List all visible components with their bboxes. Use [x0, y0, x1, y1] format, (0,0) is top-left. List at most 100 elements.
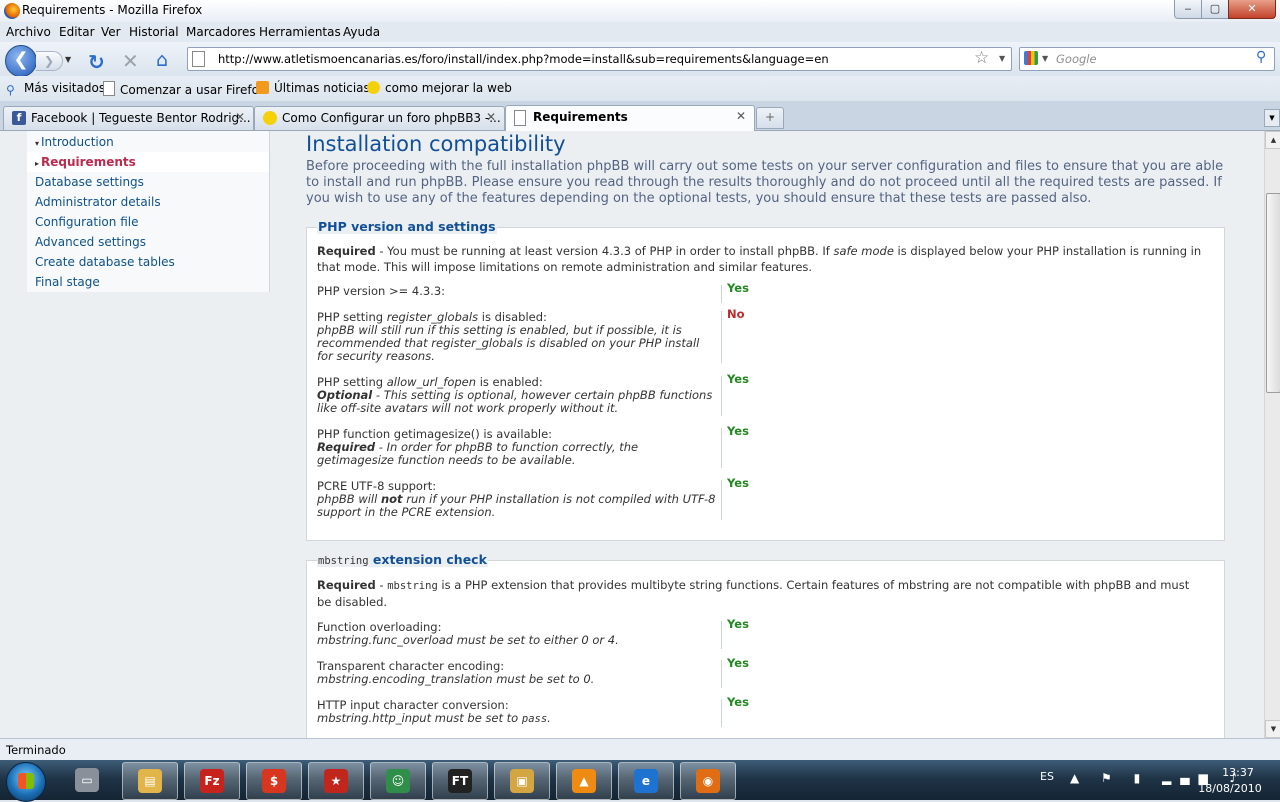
search-input[interactable]: Google — [1056, 52, 1097, 66]
row-label: Transparent character encoding: mbstring.… — [317, 659, 595, 686]
tab-phpbb3[interactable]: Como Configurar un foro phpBB3 -... ✕ — [254, 106, 505, 130]
language-indicator[interactable]: ES — [1040, 770, 1054, 783]
tab-facebook[interactable]: f Facebook | Tegueste Bentor Rodrig... ✕ — [3, 106, 254, 130]
taskbar-app-fulltilt[interactable]: FT — [432, 762, 488, 800]
back-button[interactable]: ❮ — [5, 45, 37, 77]
sidebar-item-configuration-file[interactable]: Configuration file — [35, 215, 138, 229]
window-titlebar: Requirements - Mozilla Firefox ‒ ▢ ✕ — [0, 0, 1280, 23]
tab-requirements[interactable]: Requirements ✕ — [505, 105, 755, 131]
scroll-down-icon[interactable]: ▼ — [1265, 720, 1280, 738]
taskbar-app-pokerstars[interactable]: ★ — [308, 762, 364, 800]
page-viewport: ▾ Introduction ▸ Requirements Database set… — [0, 131, 1264, 738]
page-title: Installation compatibility — [306, 132, 566, 156]
taskbar-app-drive[interactable]: ▭ — [60, 762, 114, 798]
current-arrow-icon: ▸ — [35, 159, 40, 168]
sidebar-item-introduction[interactable]: ▾ Introduction — [35, 135, 114, 149]
close-tab-icon[interactable]: ✕ — [736, 109, 746, 123]
row-divider — [721, 699, 722, 727]
url-bar[interactable]: http://www.atletismoencanarias.es/foro/i… — [187, 47, 1012, 71]
menu-herramientas[interactable]: Herramientas — [259, 25, 341, 39]
home-icon[interactable]: ⌂ — [156, 49, 168, 71]
bookmark-ultimas-noticias[interactable]: Últimas noticias — [256, 81, 370, 95]
forward-button[interactable]: ❯ — [36, 51, 63, 71]
table-row: PHP setting allow_url_fopen is enabled: O… — [317, 372, 1212, 416]
taskbar-app-ie[interactable]: e — [618, 762, 674, 800]
mbstring-fieldset: mbstring extension check Required - mbst… — [306, 552, 1225, 738]
new-tab-button[interactable]: + — [756, 107, 784, 129]
ie-icon: e — [634, 769, 658, 793]
row-label: PHP version >= 4.3.3: — [317, 284, 446, 298]
start-button[interactable] — [6, 762, 46, 802]
row-label: PHP setting allow_url_fopen is enabled: O… — [317, 375, 713, 415]
row-status: No — [727, 307, 745, 321]
fulltilt-icon: FT — [448, 769, 472, 793]
reload-icon[interactable]: ↻ — [88, 50, 105, 74]
sidebar-item-administrator-details[interactable]: Administrator details — [35, 195, 161, 209]
search-icon[interactable]: ⚲ — [1256, 49, 1266, 65]
menu-marcadores[interactable]: Marcadores — [186, 25, 256, 39]
sidebar-item-advanced-settings[interactable]: Advanced settings — [35, 235, 146, 249]
photos-icon: ▣ — [510, 769, 534, 793]
poker-icon: $ — [262, 769, 286, 793]
tab-list-icon[interactable]: ▼ — [1264, 109, 1280, 127]
bookmark-comenzar[interactable]: Comenzar a usar Firefox — [103, 81, 266, 97]
firefox-icon — [4, 3, 20, 19]
menu-historial[interactable]: Historial — [129, 25, 179, 39]
sidebar-item-database-settings[interactable]: Database settings — [35, 175, 144, 189]
maximize-button[interactable]: ▢ — [1201, 0, 1229, 19]
php-settings-fieldset: PHP version and settings Required - You … — [306, 219, 1225, 541]
sidebar-item-create-database-tables[interactable]: Create database tables — [35, 255, 175, 269]
firefox-icon: ◉ — [696, 769, 720, 793]
minimize-button[interactable]: ‒ — [1174, 0, 1202, 19]
scrollbar-thumb[interactable] — [1266, 193, 1280, 393]
clock-time[interactable]: 13:37 — [1208, 766, 1268, 779]
menu-archivo[interactable]: Archivo — [6, 25, 51, 39]
taskbar-app-filezilla[interactable]: Fz — [184, 762, 240, 800]
menu-bar: Archivo Editar Ver Historial Marcadores … — [0, 22, 1280, 42]
vertical-scrollbar[interactable]: ▲ ▼ — [1264, 131, 1280, 738]
windows-taskbar: ES ▲ ⚑ ▮ ▂▄▆ ♪ 13:37 18/08/2010 ▭ ▤ Fz $ ★ ☺ F… — [0, 760, 1280, 802]
taskbar-app-firefox[interactable]: ◉ — [680, 762, 736, 800]
bookmark-mas-visitados[interactable]: ⚲ Más visitados — [6, 81, 105, 97]
menu-editar[interactable]: Editar — [59, 25, 95, 39]
menu-ayuda[interactable]: Ayuda — [343, 25, 380, 39]
scroll-up-icon[interactable]: ▲ — [1265, 131, 1280, 149]
status-text: Terminado — [6, 743, 66, 757]
taskbar-app-explorer[interactable]: ▤ — [122, 762, 178, 800]
row-label: PCRE UTF-8 support: phpBB will not run if… — [317, 479, 716, 519]
history-dropdown-icon[interactable]: ▼ — [65, 55, 71, 64]
smiley-icon — [263, 111, 277, 125]
search-engine-dropdown-icon[interactable]: ▼ — [1042, 54, 1048, 63]
taskbar-app-poker[interactable]: $ — [246, 762, 302, 800]
row-divider — [721, 428, 722, 468]
stop-icon[interactable]: ✕ — [122, 49, 139, 73]
row-status: Yes — [727, 424, 749, 438]
sidebar-item-final-stage[interactable]: Final stage — [35, 275, 100, 289]
smiley-icon — [367, 81, 380, 94]
row-divider — [721, 376, 722, 416]
url-text[interactable]: http://www.atletismoencanarias.es/foro/i… — [218, 52, 829, 66]
close-tab-icon[interactable]: ✕ — [486, 110, 496, 124]
row-status: Yes — [727, 656, 749, 670]
row-label: HTTP input character conversion: mbstring… — [317, 698, 551, 726]
clock-date[interactable]: 18/08/2010 — [1190, 782, 1270, 795]
table-row: PHP version >= 4.3.3: Yes — [317, 281, 1212, 303]
facebook-icon: f — [12, 111, 26, 125]
close-window-button[interactable]: ✕ — [1228, 0, 1276, 19]
taskbar-app-photos[interactable]: ▣ — [494, 762, 550, 800]
menu-ver[interactable]: Ver — [101, 25, 121, 39]
bookmark-como-mejorar[interactable]: como mejorar la web — [367, 81, 512, 95]
vlc-icon: ▲ — [572, 769, 596, 793]
taskbar-app-messenger[interactable]: ☺ — [370, 762, 426, 800]
row-label: PHP setting register_globals is disabled… — [317, 310, 700, 363]
bookmark-star-icon[interactable]: ☆ — [974, 48, 989, 68]
sidebar-item-requirements[interactable]: ▸ Requirements — [27, 152, 269, 172]
taskbar-app-vlc[interactable]: ▲ — [556, 762, 612, 800]
close-tab-icon[interactable]: ✕ — [235, 110, 245, 124]
url-dropdown-icon[interactable]: ▼ — [999, 54, 1005, 63]
expand-arrow-icon: ▾ — [35, 139, 40, 148]
table-row: PHP function getimagesize() is available… — [317, 424, 1212, 468]
search-bar[interactable]: ▼ Google ⚲ — [1019, 47, 1275, 71]
google-icon[interactable] — [1024, 51, 1038, 65]
row-label: Function overloading: mbstring.func_overl… — [317, 620, 619, 647]
